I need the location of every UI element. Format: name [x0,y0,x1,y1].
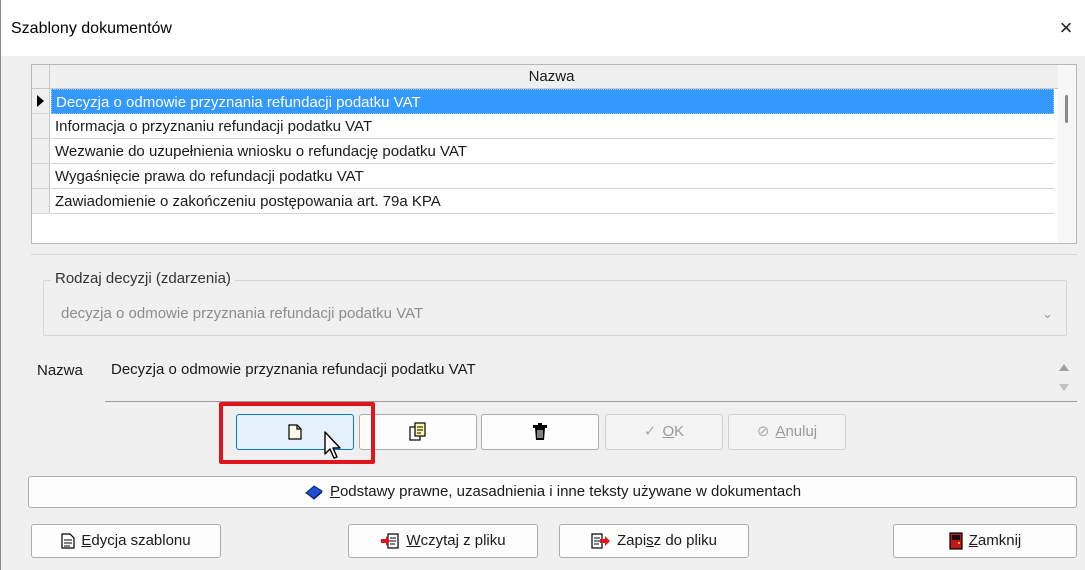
import-file-icon [381,533,399,549]
row-cell[interactable]: Wezwanie do uzupełnienia wniosku o refun… [51,139,1054,164]
row-indicator [32,164,50,189]
table-row[interactable]: Decyzja o odmowie przyznania refundacji … [32,89,1059,114]
divider [31,254,1077,255]
load-from-file-button[interactable]: Wczytaj z pliku [348,524,538,558]
save-accel: s [646,532,654,549]
edit-label: dycja szablonu [91,532,191,549]
row-indicator [32,139,50,164]
table-row[interactable]: Zawiadomienie o zakończeniu postępowania… [32,189,1059,214]
save-label: z do pliku [653,532,718,549]
dialog-window: Szablony dokumentów × Nazwa Decyzja o od… [0,0,1085,570]
ok-button[interactable]: ✓ OK [605,414,723,450]
delete-template-button[interactable] [481,414,599,450]
row-cell[interactable]: Informacja o przyznaniu refundacji podat… [51,114,1054,139]
scroll-up-icon[interactable] [1059,364,1069,371]
nazwa-value: Decyzja o odmowie przyznania refundacji … [111,361,476,378]
grid-header: Nazwa [32,65,1059,89]
current-row-arrow-icon [37,95,44,107]
group-label: Rodzaj decyzji (zdarzenia) [51,270,235,287]
row-cell[interactable]: Wygaśnięcie prawa do refundacji podatku … [51,164,1054,189]
decision-type-combo[interactable]: decyzja o odmowie przyznania refundacji … [53,300,1063,328]
ok-label: K [674,423,685,440]
close-icon[interactable]: × [1052,14,1080,42]
title-bar: Szablony dokumentów × [1,0,1085,56]
row-indicator [32,189,50,214]
table-row[interactable]: Wezwanie do uzupełnienia wniosku o refun… [32,139,1059,164]
window-title: Szablony dokumentów [11,20,172,37]
export-file-icon [591,533,610,549]
load-accel: W [406,532,421,549]
scroll-down-icon[interactable] [1059,384,1069,391]
close-accel: Z [968,532,978,549]
legal-texts-button[interactable]: Podstawy prawne, uzasadnienia i inne tek… [28,476,1077,508]
scrollbar-thumb[interactable] [1065,95,1068,123]
ok-label-accel: O [662,423,675,440]
row-cell[interactable]: Zawiadomienie o zakończeniu postępowania… [51,189,1054,214]
cancel-label: nuluj [785,423,818,440]
close-button[interactable]: Zamknij [893,524,1077,558]
combo-value: decyzja o odmowie przyznania refundacji … [61,305,424,322]
checkmark-icon: ✓ [643,423,657,440]
trash-icon [533,423,547,441]
save-label-prefix: Zapi [616,532,647,549]
grid-header-corner [32,65,50,89]
column-header-nazwa[interactable]: Nazwa [50,65,1053,89]
edit-template-button[interactable]: Edycja szablonu [31,524,221,558]
door-icon [949,532,963,550]
legal-texts-label: odstawy prawne, uzasadnienia i inne teks… [339,483,802,500]
mouse-pointer-icon [324,431,341,459]
cancel-circle-icon: ⊘ [756,423,770,440]
row-indicator [32,89,50,114]
edit-accel: E [81,532,92,549]
copy-document-icon [409,422,426,441]
table-row[interactable]: Wygaśnięcie prawa do refundacji podatku … [32,164,1059,189]
grid-scrollbar[interactable] [1058,65,1076,243]
load-label: czytaj z pliku [420,532,506,549]
legal-texts-accel: P [329,483,340,500]
chevron-down-icon[interactable]: ⌄ [1042,300,1053,328]
templates-grid: Nazwa Decyzja o odmowie przyznania refun… [31,64,1077,244]
book-icon [305,485,323,500]
save-to-file-button[interactable]: Zapisz do pliku [559,524,749,558]
cancel-label-accel: A [775,423,786,440]
highlight-frame [219,402,375,464]
row-indicator [32,114,50,139]
cancel-button[interactable]: ⊘ Anuluj [728,414,846,450]
close-label: amknij [977,532,1022,549]
nazwa-label: Nazwa [37,362,83,379]
table-row[interactable]: Informacja o przyznaniu refundacji podat… [32,114,1059,139]
row-cell[interactable]: Decyzja o odmowie przyznania refundacji … [51,89,1054,114]
nazwa-field[interactable]: Decyzja o odmowie przyznania refundacji … [105,352,1077,402]
copy-template-button[interactable] [359,414,477,450]
document-icon [61,533,75,549]
